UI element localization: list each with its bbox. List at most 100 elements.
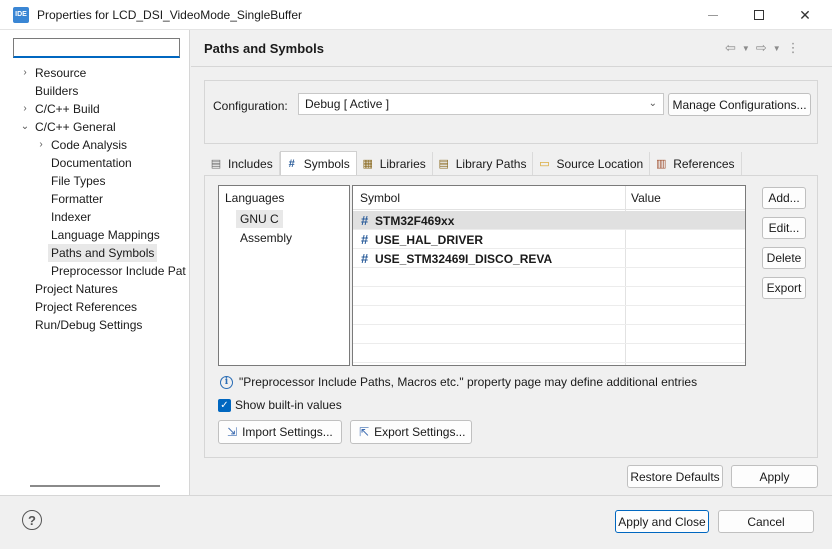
symbols-tab-content: Languages GNU C Assembly Symbol Value # … [204, 175, 818, 458]
info-message: i "Preprocessor Include Paths, Macros et… [220, 375, 697, 389]
window-title: Properties for LCD_DSI_VideoMode_SingleB… [37, 7, 303, 22]
import-settings-label: Import Settings... [242, 425, 333, 439]
info-text: "Preprocessor Include Paths, Macros etc.… [239, 375, 698, 389]
tab-library-paths[interactable]: ▤ Library Paths [433, 152, 534, 175]
languages-list[interactable]: Languages GNU C Assembly [218, 185, 350, 366]
show-builtin-values[interactable]: ✓ Show built-in values [218, 398, 342, 412]
export-button[interactable]: Export [762, 277, 806, 299]
tree-item-formatter[interactable]: Formatter [51, 190, 103, 208]
add-button[interactable]: Add... [762, 187, 806, 209]
hash-icon: # [361, 232, 369, 247]
back-dropdown-icon[interactable]: ▼ [742, 44, 750, 53]
tree-item-file-types[interactable]: File Types [51, 172, 105, 190]
tree-item-project-natures[interactable]: Project Natures [35, 280, 118, 298]
tree-item-builders[interactable]: Builders [35, 82, 78, 100]
chevron-down-icon: ⌄ [648, 98, 657, 109]
table-row[interactable]: # USE_HAL_DRIVER [353, 230, 745, 249]
tab-symbols[interactable]: # Symbols [279, 151, 357, 175]
property-page: Paths and Symbols ⇦ ▼ ⇨ ▼ ⋮ Configuratio… [191, 30, 832, 495]
window-titlebar: IDE Properties for LCD_DSI_VideoMode_Sin… [0, 0, 832, 30]
export-settings-label: Export Settings... [374, 425, 466, 439]
tab-label: Includes [228, 156, 273, 171]
tree-item-indexer[interactable]: Indexer [51, 208, 91, 226]
tab-libraries[interactable]: ▦ Libraries [357, 152, 433, 175]
tree-item-resource[interactable]: Resource [35, 64, 86, 82]
hash-icon: # [288, 157, 295, 170]
hash-icon: # [361, 251, 369, 266]
apply-button[interactable]: Apply [731, 465, 818, 488]
maximize-button[interactable] [736, 0, 782, 30]
header-separator [191, 66, 832, 67]
show-builtin-label[interactable]: Show built-in values [235, 398, 342, 412]
close-button[interactable]: ✕ [782, 0, 828, 30]
tab-references[interactable]: ▥ References [650, 152, 742, 175]
table-row-empty [353, 306, 745, 325]
apply-and-close-button[interactable]: Apply and Close [615, 510, 709, 533]
restore-defaults-button[interactable]: Restore Defaults [627, 465, 723, 488]
folder-icon: ▭ [539, 158, 550, 170]
tree-item-documentation[interactable]: Documentation [51, 154, 132, 172]
symbols-table[interactable]: Symbol Value # STM32F469xx # USE_HAL_DRI… [352, 185, 746, 366]
configuration-select[interactable]: Debug [ Active ] ⌄ [298, 93, 664, 115]
chevron-right-icon[interactable]: › [20, 64, 30, 82]
delete-button[interactable]: Delete [762, 247, 806, 269]
tree-item-project-references[interactable]: Project References [35, 298, 137, 316]
hash-icon: # [361, 213, 369, 228]
tab-label: References [673, 156, 735, 171]
libraries-icon: ▦ [362, 158, 373, 170]
configuration-value: Debug [ Active ] [305, 97, 390, 111]
property-tree-pane: › Resource Builders › C/C++ Build ⌄ C/C+… [0, 30, 190, 495]
symbol-name: STM32F469xx [375, 214, 455, 228]
page-navigation: ⇦ ▼ ⇨ ▼ ⋮ [725, 40, 800, 56]
show-builtin-checkbox[interactable]: ✓ [218, 398, 231, 412]
tab-label: Source Location [556, 156, 644, 171]
language-item-assembly[interactable]: Assembly [240, 229, 292, 247]
symbol-name: USE_STM32469I_DISCO_REVA [375, 252, 553, 266]
tab-label: Symbols [303, 156, 350, 171]
column-header-symbol[interactable]: Symbol [360, 191, 400, 205]
cancel-button[interactable]: Cancel [718, 510, 814, 533]
column-header-value[interactable]: Value [631, 191, 661, 205]
table-row-empty [353, 325, 745, 344]
forward-arrow-icon[interactable]: ⇨ [756, 40, 767, 56]
tab-includes[interactable]: ▤ Includes [205, 152, 280, 175]
chevron-down-icon[interactable]: ⌄ [20, 118, 30, 136]
tree-item-language-mappings[interactable]: Language Mappings [51, 226, 160, 244]
table-header: Symbol Value [353, 186, 745, 210]
tab-label: Library Paths [455, 156, 527, 171]
export-settings-button[interactable]: ⇱ Export Settings... [350, 420, 472, 444]
tab-source-location[interactable]: ▭ Source Location [533, 152, 651, 175]
footer-separator [0, 495, 832, 496]
tree-item-code-analysis[interactable]: Code Analysis [51, 136, 127, 154]
page-title: Paths and Symbols [204, 41, 324, 56]
language-item-gnu-c[interactable]: GNU C [236, 210, 283, 228]
tree-item-paths-and-symbols[interactable]: Paths and Symbols [48, 244, 158, 262]
library-paths-icon: ▤ [438, 158, 449, 170]
forward-dropdown-icon[interactable]: ▼ [773, 44, 781, 53]
info-icon: i [220, 375, 233, 389]
tree-item-cpp-general[interactable]: C/C++ General [35, 118, 116, 136]
table-row[interactable]: # USE_STM32469I_DISCO_REVA [353, 249, 745, 268]
tree-item-run-debug-settings[interactable]: Run/Debug Settings [35, 316, 142, 334]
configuration-group: Configuration: Debug [ Active ] ⌄ Manage… [204, 80, 818, 144]
minimize-button[interactable] [690, 0, 736, 30]
symbol-name: USE_HAL_DRIVER [375, 233, 484, 247]
tree-item-cpp-build[interactable]: C/C++ Build [35, 100, 100, 118]
table-row[interactable]: # STM32F469xx [353, 211, 745, 230]
chevron-right-icon[interactable]: › [20, 100, 30, 118]
export-settings-icon: ⇱ [359, 425, 370, 439]
horizontal-scrollbar[interactable] [30, 485, 160, 487]
edit-button[interactable]: Edit... [762, 217, 806, 239]
more-menu-icon[interactable]: ⋮ [787, 40, 800, 56]
help-icon[interactable]: ? [22, 510, 42, 530]
import-settings-button[interactable]: ⇲ Import Settings... [218, 420, 342, 444]
includes-icon: ▤ [210, 158, 222, 170]
back-arrow-icon[interactable]: ⇦ [725, 40, 736, 56]
filter-input[interactable] [13, 38, 180, 58]
tree-item-preprocessor-include[interactable]: Preprocessor Include Pat [51, 262, 186, 280]
manage-configurations-button[interactable]: Manage Configurations... [668, 93, 811, 116]
chevron-right-icon[interactable]: › [36, 136, 46, 154]
table-row-empty [353, 268, 745, 287]
maximize-icon [754, 10, 764, 20]
close-icon: ✕ [799, 6, 811, 23]
